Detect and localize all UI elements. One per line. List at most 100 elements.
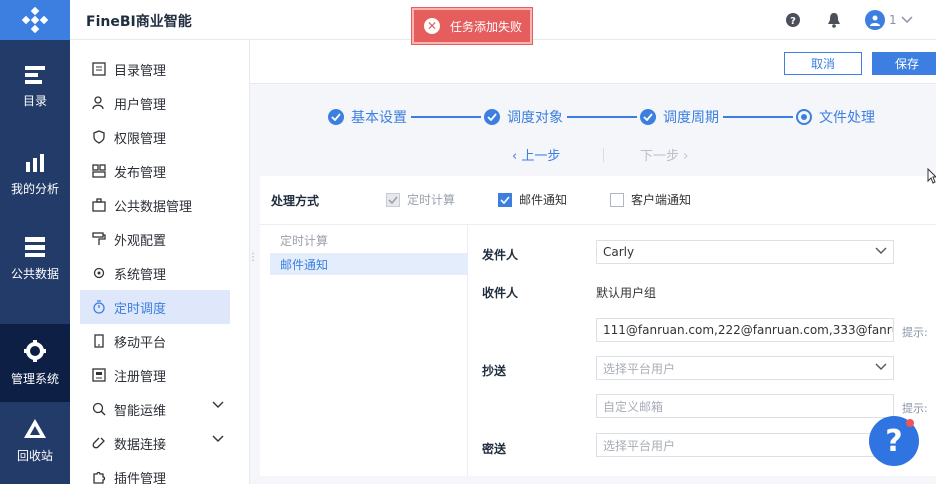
catalog-icon (25, 65, 45, 84)
menu-item-intelligent-ops[interactable]: 智能运维 (80, 392, 230, 426)
checkbox-icon (610, 192, 624, 207)
rail-item-catalog[interactable]: 目录 (0, 48, 70, 126)
avatar (865, 10, 885, 30)
bell-icon[interactable] (825, 11, 843, 29)
sender-select[interactable]: Carly (596, 240, 894, 264)
menu-item-mobile-platform[interactable]: 移动平台 (80, 324, 230, 358)
menu-item-label: 插件管理 (114, 471, 167, 484)
rail-item-public-data[interactable]: 公共数据 (0, 220, 70, 298)
logo-icon (22, 7, 48, 33)
menu-item-label: 移动平台 (114, 335, 167, 351)
recycle-bin-icon (24, 418, 46, 438)
current-step-icon (796, 109, 812, 125)
menu-item-label: 注册管理 (114, 369, 167, 385)
step-label: 基本设置 (351, 110, 407, 126)
menu-item-label: 定时调度 (114, 301, 167, 317)
sidebar-resize-handle[interactable]: ⋮ (248, 252, 258, 263)
step-schedule-target[interactable]: 调度对象 (484, 107, 563, 127)
rail-item-label: 回收站 (16, 448, 53, 463)
method-list: 定时计算 邮件通知 (260, 225, 468, 476)
chevron-down-icon (212, 401, 224, 408)
action-toolbar: 取消 保存 (250, 40, 936, 84)
error-toast: ✕ 任务添加失败 (412, 8, 532, 44)
menu-item-catalog-management[interactable]: 目录管理 (80, 52, 230, 86)
prev-step-button[interactable]: ‹ 上一步 (512, 145, 560, 164)
menu-item-label: 外观配置 (114, 233, 167, 249)
menu-item-system-management[interactable]: 系统管理 (80, 256, 230, 290)
checkbox-icon (498, 192, 512, 207)
chevron-right-icon: › (679, 149, 689, 164)
menu-item-registration[interactable]: 注册管理 (80, 358, 230, 392)
notification-dot (906, 419, 914, 427)
recipient-label: 收件人 (482, 286, 519, 300)
user-name: 1 (889, 13, 897, 27)
help-circle-icon[interactable]: ? (784, 11, 802, 29)
option-email-notify[interactable]: 邮件通知 (498, 191, 567, 208)
chevron-down-icon (875, 247, 887, 254)
nav-divider (603, 148, 604, 162)
user-menu[interactable]: 1 (865, 10, 913, 30)
chevron-left-icon: ‹ (512, 149, 522, 164)
menu-item-public-data-management[interactable]: 公共数据管理 (80, 188, 230, 222)
method-label: 处理方式 (271, 194, 320, 208)
step-connector (567, 116, 637, 118)
recipient-default-group: 默认用户组 (596, 286, 657, 300)
menu-item-label: 数据连接 (114, 437, 167, 453)
option-label: 邮件通知 (519, 193, 568, 207)
rail-item-label: 目录 (22, 93, 47, 108)
timer-icon (93, 300, 105, 314)
step-basic-settings[interactable]: 基本设置 (328, 107, 407, 127)
search-shield-icon (92, 402, 106, 416)
menu-item-data-connection[interactable]: 数据连接 (80, 426, 230, 460)
menu-item-publish-management[interactable]: 发布管理 (80, 154, 230, 188)
user-icon (870, 15, 880, 26)
error-icon: ✕ (424, 18, 440, 34)
rail-item-label: 我的分析 (10, 181, 59, 196)
list-item-scheduled-calc[interactable]: 定时计算 (270, 229, 468, 251)
shield-icon (93, 130, 105, 144)
option-scheduled-calc[interactable]: 定时计算 (386, 191, 455, 208)
sender-label: 发件人 (482, 248, 519, 262)
chevron-down-icon (212, 435, 224, 442)
main-content: 取消 保存 基本设置 调度对象 调度周期 文件处理 ‹ 上一步 下一步 › 处理… (250, 40, 936, 484)
menu-item-label: 系统管理 (114, 267, 167, 283)
step-schedule-period[interactable]: 调度周期 (640, 107, 719, 127)
menu-item-permission-management[interactable]: 权限管理 (80, 120, 230, 154)
bcc-select[interactable]: 选择平台用户 (596, 433, 894, 457)
cc-select[interactable]: 选择平台用户 (596, 356, 894, 380)
menu-item-user-management[interactable]: 用户管理 (80, 86, 230, 120)
check-icon (328, 109, 344, 125)
list-item-email-notify[interactable]: 邮件通知 (270, 253, 468, 275)
sender-value: Carly (603, 245, 635, 259)
step-connector (723, 116, 793, 118)
list-icon (92, 62, 106, 76)
option-label: 客户端通知 (631, 193, 692, 207)
bcc-placeholder: 选择平台用户 (603, 438, 676, 453)
recipient-emails-input[interactable]: 111@fanruan.com,222@fanruan.com,333@fanr… (596, 318, 894, 342)
chevron-down-icon (901, 16, 913, 24)
admin-sidebar: 目录管理 用户管理 权限管理 发布管理 公共数据管理 外观配置 系统管理 定时调… (70, 40, 250, 484)
step-file-processing[interactable]: 文件处理 (796, 107, 875, 127)
custom-email-input[interactable]: 自定义邮箱 (596, 394, 894, 418)
next-step-button[interactable]: 下一步 › (640, 145, 688, 164)
option-client-notify[interactable]: 客户端通知 (610, 191, 691, 208)
gear-icon (24, 339, 46, 362)
custom-email-hint: 提示: (902, 402, 928, 415)
rail-item-label: 公共数据 (10, 266, 59, 281)
save-button[interactable]: 保存 (872, 52, 936, 75)
briefcase-icon (92, 198, 106, 212)
cc-placeholder: 选择平台用户 (603, 361, 676, 376)
rail-item-management[interactable]: 管理系统 (0, 324, 70, 402)
gear-icon (93, 267, 105, 279)
menu-item-appearance[interactable]: 外观配置 (80, 222, 230, 256)
mobile-icon (94, 334, 104, 348)
menu-item-label: 智能运维 (114, 403, 167, 419)
menu-item-scheduling[interactable]: 定时调度 (80, 290, 230, 324)
chevron-down-icon (875, 363, 887, 370)
rail-item-my-analysis[interactable]: 我的分析 (0, 136, 70, 214)
rail-item-recycle-bin[interactable]: 回收站 (0, 402, 70, 480)
cancel-button[interactable]: 取消 (784, 52, 862, 75)
menu-item-plugin-management[interactable]: 插件管理 (80, 460, 230, 484)
app-logo[interactable] (0, 0, 70, 40)
bcc-label: 密送 (482, 442, 507, 456)
